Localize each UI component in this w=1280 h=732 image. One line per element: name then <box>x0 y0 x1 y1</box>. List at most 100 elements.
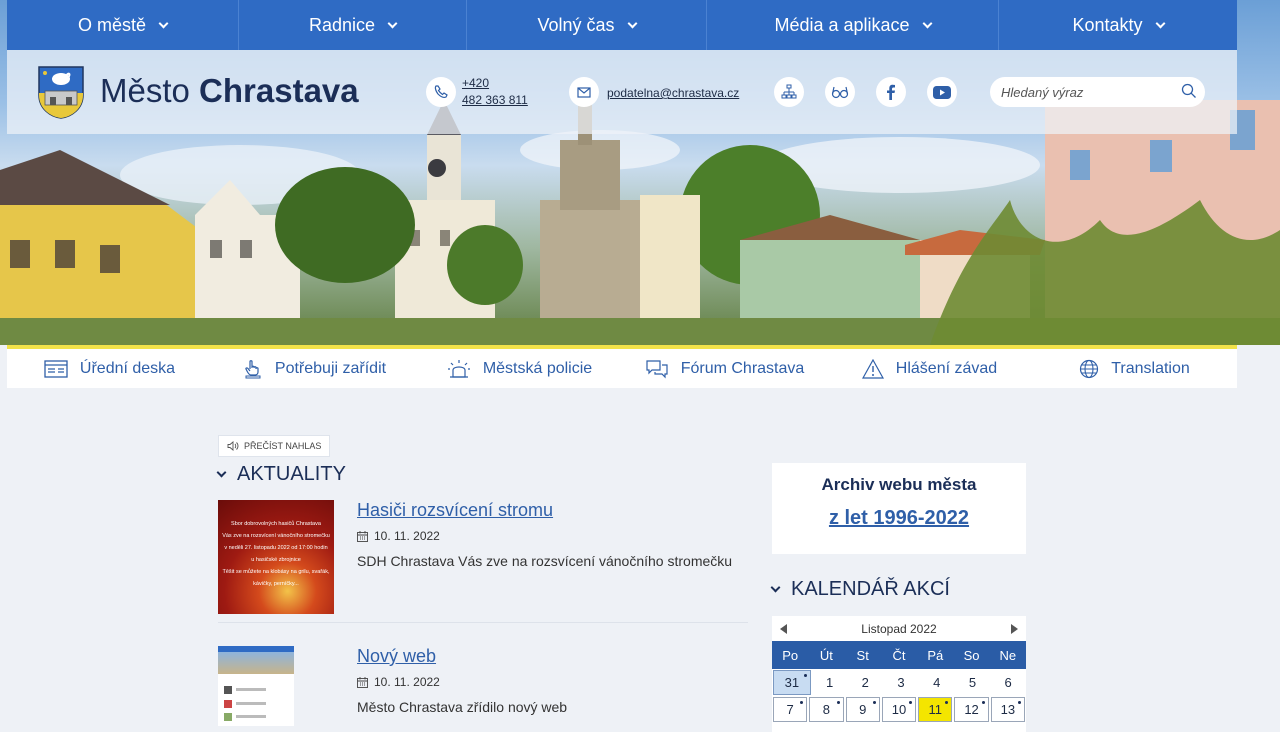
news-item: Nový web 10. 11. 2022 Město Chrastava zř… <box>218 646 748 732</box>
calendar-day[interactable]: 13 <box>990 697 1025 722</box>
site-header: Město Chrastava +420 482 363 811 podatel… <box>7 50 1237 134</box>
calendar-icon <box>357 676 368 688</box>
calendar-day[interactable]: 4 <box>919 669 955 696</box>
notice-board-icon <box>44 359 68 378</box>
quick-link-uredni-deska[interactable]: Úřední deska <box>7 349 212 388</box>
calendar-weekday-header: Po Út St Čt Pá So Ne <box>772 641 1026 669</box>
search-box <box>990 77 1205 107</box>
nav-item-radnice[interactable]: Radnice <box>239 0 467 50</box>
calendar-day-number: 31 <box>784 675 800 690</box>
chevron-down-icon <box>387 18 398 28</box>
news-title-link[interactable]: Hasiči rozsvícení stromu <box>357 500 553 521</box>
calendar-day[interactable]: 9 <box>845 697 880 722</box>
weekday-label: Pá <box>927 647 944 663</box>
calendar-section-toggle[interactable]: KALENDÁŘ AKCÍ <box>770 578 950 601</box>
news-thumbnail[interactable]: Sbor dobrovolných hasičů Chrastava Vás z… <box>218 500 334 614</box>
news-thumbnail[interactable] <box>218 646 294 726</box>
quick-link-forum-chrastava[interactable]: Fórum Chrastava <box>622 349 827 388</box>
thumb-line: v neděli 27. listopadu 2022 od 17:00 hod… <box>224 545 328 551</box>
quick-link-mestska-policie[interactable]: Městská policie <box>417 349 622 388</box>
calendar-day[interactable]: 2 <box>847 669 883 696</box>
site-title[interactable]: Město Chrastava <box>100 72 359 110</box>
quick-link-translation[interactable]: Translation <box>1032 349 1237 388</box>
calendar-week-row-partial <box>772 723 1026 732</box>
calendar-day[interactable]: 8 <box>809 697 844 722</box>
news-date-text: 10. 11. 2022 <box>374 675 440 689</box>
calendar-day-number: 5 <box>968 675 977 690</box>
calendar-day-number: 9 <box>859 702 867 717</box>
calendar-day[interactable]: 5 <box>955 669 991 696</box>
read-aloud-label: PŘEČÍST NAHLAS <box>244 441 322 451</box>
quick-link-label: Potřebuji zařídit <box>274 359 387 377</box>
thumb-line: u hasičské zbrojnice <box>251 557 301 563</box>
calendar-day[interactable]: 3 <box>883 669 919 696</box>
news-section-toggle[interactable]: AKTUALITY <box>216 463 346 486</box>
glasses-accessibility-icon[interactable] <box>825 77 855 107</box>
quick-link-potrebuji-zaridit[interactable]: Potřebuji zařídit <box>212 349 417 388</box>
quick-link-label: Úřední deska <box>79 359 176 377</box>
calendar-icon <box>357 530 368 542</box>
calendar-day[interactable]: 31 <box>773 670 811 695</box>
calendar-day-number: 10 <box>891 702 907 717</box>
event-dot-icon <box>803 674 807 677</box>
news-item: Sbor dobrovolných hasičů Chrastava Vás z… <box>218 500 748 620</box>
calendar-day[interactable]: 6 <box>990 669 1026 696</box>
archive-box: Archiv webu města z let 1996-2022 <box>772 463 1026 554</box>
chevron-down-icon <box>158 18 169 28</box>
phone-link[interactable]: +420 482 363 811 <box>462 75 528 109</box>
search-input[interactable] <box>1001 84 1171 100</box>
news-title-link[interactable]: Nový web <box>357 646 436 667</box>
chevron-down-icon <box>216 467 227 478</box>
calendar-day-number: 13 <box>1000 702 1016 717</box>
thumb-line: Sbor dobrovolných hasičů Chrastava <box>231 521 321 527</box>
email-link[interactable]: podatelna@chrastava.cz <box>607 85 739 102</box>
quick-link-label: Městská policie <box>482 359 593 377</box>
next-month-icon[interactable] <box>1011 623 1018 634</box>
police-siren-icon <box>447 359 470 378</box>
nav-item-label: Radnice <box>308 14 376 35</box>
sitemap-icon[interactable] <box>774 77 804 107</box>
calendar-day[interactable]: 10 <box>881 697 917 722</box>
quick-link-label: Fórum Chrastava <box>680 359 805 377</box>
nav-item-volny-cas[interactable]: Volný čas <box>467 0 707 50</box>
nav-item-media-a-aplikace[interactable]: Média a aplikace <box>707 0 999 50</box>
nav-item-o-meste[interactable]: O městě <box>7 0 239 50</box>
chat-bubbles-icon <box>646 359 668 378</box>
calendar-week-row: 7 8 9 10 11 12 13 <box>772 696 1026 723</box>
phone-line2: 482 363 811 <box>462 93 528 107</box>
youtube-icon[interactable] <box>927 77 957 107</box>
facebook-icon[interactable] <box>876 77 906 107</box>
prev-month-icon[interactable] <box>780 623 787 634</box>
calendar-day[interactable]: 7 <box>773 697 808 722</box>
chevron-down-icon <box>922 18 932 28</box>
calendar-day-number: 2 <box>861 675 869 690</box>
calendar-day-number: 12 <box>964 702 979 717</box>
calendar-day[interactable]: 12 <box>954 697 989 722</box>
nav-item-label: Média a aplikace <box>774 14 910 35</box>
news-divider <box>218 622 748 623</box>
nav-item-kontakty[interactable]: Kontakty <box>999 0 1237 50</box>
weekday-label: Čt <box>892 647 906 663</box>
chevron-down-icon <box>770 582 781 593</box>
quick-link-label: Translation <box>1111 359 1190 377</box>
calendar-day[interactable]: 1 <box>812 669 848 696</box>
event-dot-icon <box>836 701 840 704</box>
warning-triangle-icon <box>861 358 884 379</box>
search-icon[interactable] <box>1181 83 1197 99</box>
envelope-icon <box>569 77 599 107</box>
quick-link-hlaseni-zavad[interactable]: Hlášení závad <box>827 349 1032 388</box>
read-aloud-button[interactable]: PŘEČÍST NAHLAS <box>218 435 331 457</box>
weekday-label: St <box>856 647 869 663</box>
calendar-day-number: 1 <box>825 675 834 690</box>
calendar-month-label: Listopad 2022 <box>861 621 937 636</box>
news-date: 10. 11. 2022 <box>357 529 440 543</box>
hand-pointer-icon <box>245 359 261 378</box>
chevron-down-icon <box>627 18 637 28</box>
event-dot-icon <box>1017 701 1021 704</box>
news-description: SDH Chrastava Vás zve na rozsvícení váno… <box>357 553 733 569</box>
calendar-heading: KALENDÁŘ AKCÍ <box>791 578 950 600</box>
archive-link[interactable]: z let 1996-2022 <box>772 507 1026 530</box>
news-description: Město Chrastava zřídilo nový web <box>357 699 568 715</box>
city-coat-of-arms-logo[interactable] <box>37 65 85 119</box>
calendar-day-today[interactable]: 11 <box>918 697 953 722</box>
